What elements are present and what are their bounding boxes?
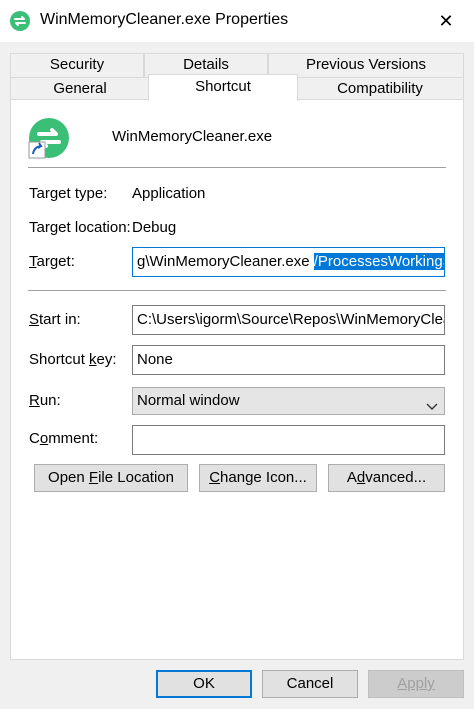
target-field[interactable]: g\WinMemoryCleaner.exe /ProcessesWorking… bbox=[132, 247, 445, 277]
file-name: WinMemoryCleaner.exe bbox=[112, 128, 273, 145]
close-icon: ✕ bbox=[438, 10, 454, 31]
comment-field[interactable] bbox=[132, 425, 445, 455]
tab-security[interactable]: Security bbox=[10, 53, 144, 77]
start-in-label: Start in: bbox=[29, 311, 81, 328]
shortcut-file-icon bbox=[27, 116, 75, 160]
ok-button[interactable]: OK bbox=[156, 670, 252, 698]
shortcut-key-label: Shortcut key: bbox=[29, 351, 117, 368]
run-select[interactable]: Normal window bbox=[132, 387, 445, 415]
run-label: Run: bbox=[29, 392, 61, 409]
close-button[interactable]: ✕ bbox=[418, 0, 474, 42]
title-bar: WinMemoryCleaner.exe Properties ✕ bbox=[0, 0, 474, 42]
target-type-label: Target type: bbox=[29, 185, 108, 202]
open-file-location-button[interactable]: Open File Location bbox=[34, 464, 188, 492]
target-type-value: Application bbox=[132, 185, 206, 202]
start-in-field[interactable]: C:\Users\igorm\Source\Repos\WinMemoryCle… bbox=[132, 305, 445, 335]
target-label: Target: bbox=[29, 253, 75, 270]
comment-label: Comment: bbox=[29, 430, 99, 447]
target-location-label: Target location: bbox=[29, 219, 131, 236]
run-select-value: Normal window bbox=[137, 392, 240, 409]
tab-compatibility[interactable]: Compatibility bbox=[296, 77, 464, 100]
app-icon bbox=[9, 10, 31, 32]
target-selected-text: /ProcessesWorkingSet bbox=[313, 253, 444, 270]
shortcut-panel bbox=[10, 99, 464, 660]
target-text: g\WinMemoryCleaner.exe bbox=[137, 253, 310, 270]
shortcut-key-field[interactable]: None bbox=[132, 345, 445, 375]
divider bbox=[28, 290, 446, 291]
window-title: WinMemoryCleaner.exe Properties bbox=[40, 11, 289, 28]
apply-button[interactable]: Apply bbox=[368, 670, 464, 698]
chevron-down-icon bbox=[426, 395, 438, 410]
change-icon-button[interactable]: Change Icon... bbox=[199, 464, 317, 492]
tab-shortcut[interactable]: Shortcut bbox=[148, 74, 298, 101]
target-location-value: Debug bbox=[132, 219, 177, 236]
divider bbox=[28, 167, 446, 168]
cancel-button[interactable]: Cancel bbox=[262, 670, 358, 698]
advanced-button[interactable]: Advanced... bbox=[328, 464, 445, 492]
tab-general[interactable]: General bbox=[10, 77, 150, 100]
